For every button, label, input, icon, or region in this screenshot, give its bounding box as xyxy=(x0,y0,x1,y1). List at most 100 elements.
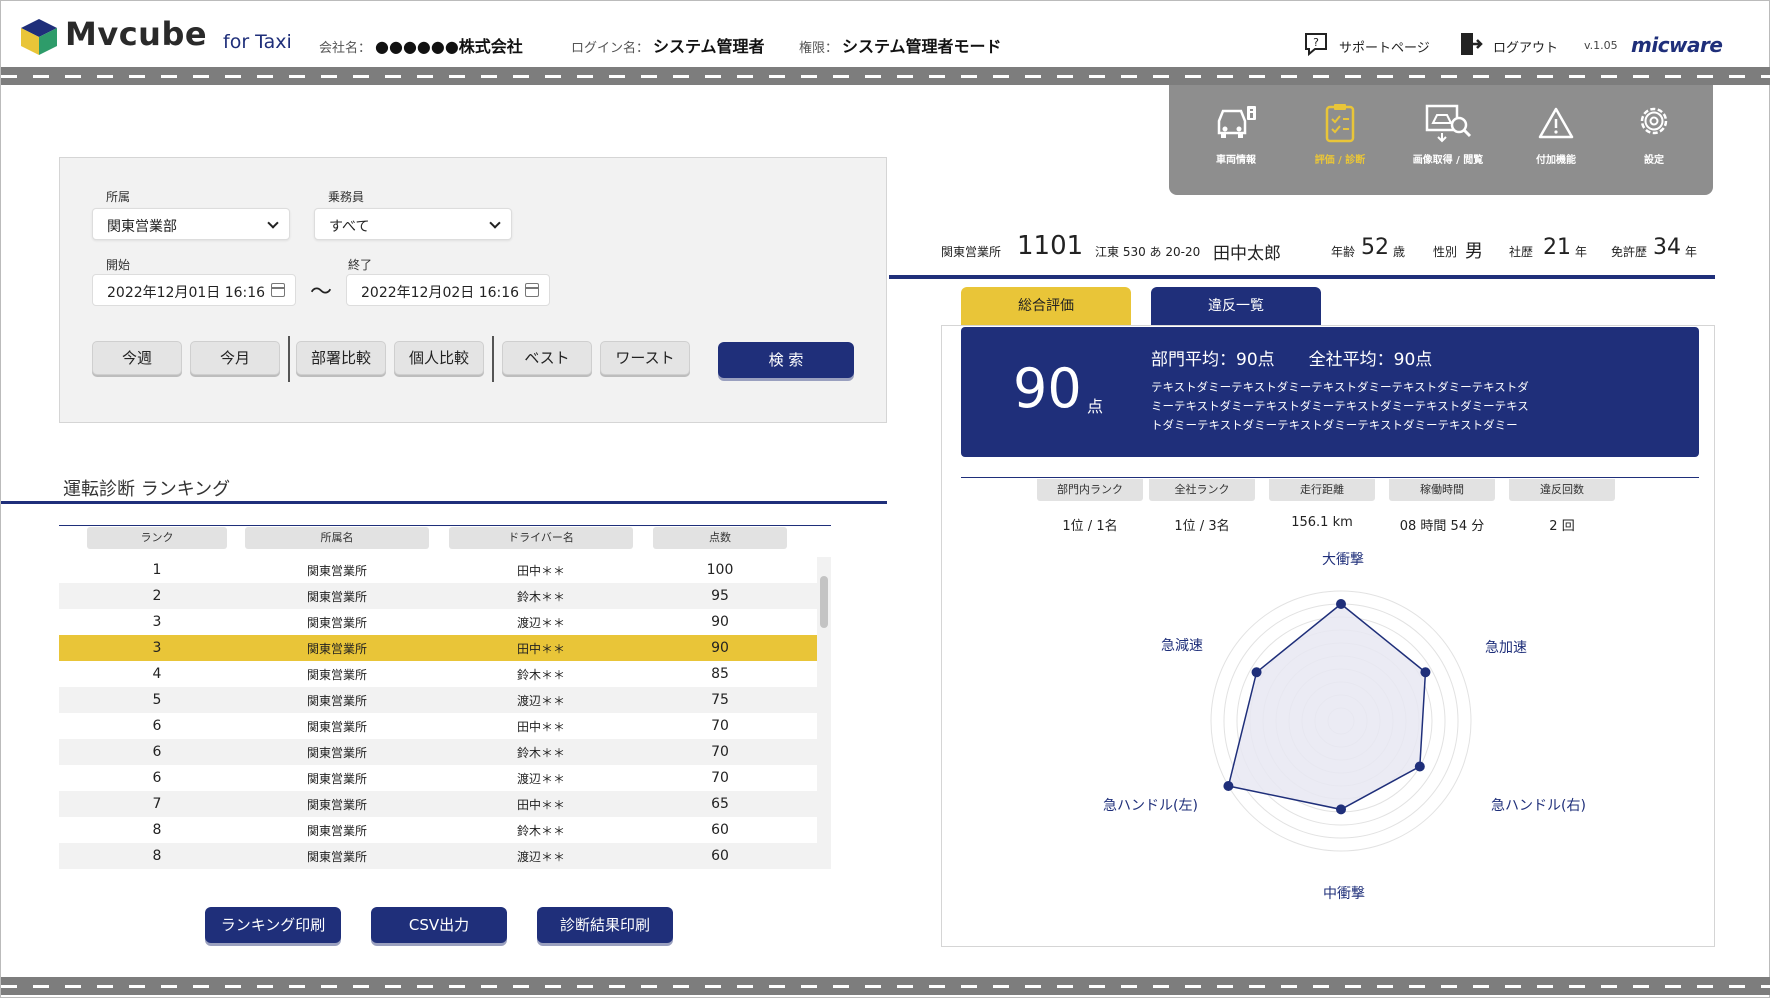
table-row[interactable]: 4 関東営業所 鈴木＊＊ 85 xyxy=(59,661,817,687)
calendar-icon[interactable] xyxy=(271,283,285,297)
affiliation-select[interactable]: 関東営業部 xyxy=(92,208,290,240)
nav-additional[interactable]: 付加機能 xyxy=(1511,103,1601,183)
csv-export-button[interactable]: CSV出力 xyxy=(371,907,507,943)
cell-driver: 鈴木＊＊ xyxy=(516,668,565,682)
cell-driver: 田中＊＊ xyxy=(516,564,565,578)
cell-score: 90 xyxy=(711,640,729,656)
table-row[interactable]: 3 関東営業所 田中＊＊ 90 xyxy=(59,635,817,661)
start-date-field[interactable]: 2022年12月01日 16:16 xyxy=(92,274,296,306)
table-row[interactable]: 7 関東営業所 田中＊＊ 65 xyxy=(59,791,817,817)
top-road-divider xyxy=(1,67,1770,85)
cell-rank: 6 xyxy=(152,744,162,760)
calendar-icon[interactable] xyxy=(525,283,539,297)
col-header-score[interactable]: 点数 xyxy=(653,527,787,549)
support-icon[interactable]: ? xyxy=(1303,31,1329,57)
cell-score: 90 xyxy=(711,614,729,630)
cell-office: 関東営業所 xyxy=(306,720,367,734)
dept-compare-button[interactable]: 部署比較 xyxy=(296,341,386,375)
cell-office: 関東営業所 xyxy=(306,798,367,812)
radar-point xyxy=(1414,761,1425,772)
stat-value-distance: 156.1 km xyxy=(1291,515,1353,530)
driver-plate: 江東 530 あ 20-20 xyxy=(1095,245,1201,259)
cell-score: 65 xyxy=(711,796,729,812)
table-row[interactable]: 8 関東営業所 渡辺＊＊ 60 xyxy=(59,843,817,869)
crew-label: 乗務員 xyxy=(328,190,365,204)
logout-link[interactable]: ログアウト xyxy=(1493,37,1558,56)
cell-score: 60 xyxy=(711,822,729,838)
score-text-line: テキストダミーテキストダミーテキストダミーテキストダミーテキストダ xyxy=(1151,380,1529,394)
table-row[interactable]: 6 関東営業所 渡辺＊＊ 70 xyxy=(59,765,817,791)
cell-score: 95 xyxy=(711,588,729,604)
tenure-unit: 年 xyxy=(1575,245,1588,259)
score-text-line: ミーテキストダミーテキストダミーテキストダミーテキストダミーテキス xyxy=(1151,399,1529,413)
print-result-button[interactable]: 診断結果印刷 xyxy=(537,907,673,943)
brand-subtitle: for Taxi xyxy=(223,31,292,53)
svg-text:?: ? xyxy=(1313,36,1319,49)
license-unit: 年 xyxy=(1685,245,1698,259)
best-button[interactable]: ベスト xyxy=(502,341,592,375)
radar-point xyxy=(1223,781,1234,791)
cell-office: 関東営業所 xyxy=(306,824,367,838)
cell-score: 70 xyxy=(711,770,729,786)
cell-office: 関東営業所 xyxy=(306,746,367,760)
cell-office: 関東営業所 xyxy=(306,772,367,786)
col-header-driver[interactable]: ドライバー名 xyxy=(449,527,633,549)
affiliation-value: 関東営業部 xyxy=(107,219,177,235)
tenure-value: 21 xyxy=(1543,235,1571,260)
table-row[interactable]: 1 関東営業所 田中＊＊ 100 xyxy=(59,557,817,583)
age-unit: 歳 xyxy=(1393,245,1406,259)
tab-overall[interactable]: 総合評価 xyxy=(961,287,1131,325)
logout-icon[interactable] xyxy=(1457,31,1483,57)
tab-violations[interactable]: 違反一覧 xyxy=(1151,287,1321,325)
col-header-rank[interactable]: ランク xyxy=(87,527,227,549)
cell-rank: 2 xyxy=(152,588,162,604)
this-week-button[interactable]: 今週 xyxy=(92,341,182,375)
header: Mvcube for Taxi 会社名： ●●●●●●株式会社 ログイン名： システ… xyxy=(1,1,1770,67)
age-label: 年齢 xyxy=(1331,245,1356,259)
this-month-button[interactable]: 今月 xyxy=(190,341,280,375)
individual-compare-button[interactable]: 個人比較 xyxy=(394,341,484,375)
cell-driver: 鈴木＊＊ xyxy=(516,746,565,760)
support-link[interactable]: サポートページ xyxy=(1339,37,1430,56)
table-row[interactable]: 8 関東営業所 鈴木＊＊ 60 xyxy=(59,817,817,843)
search-button[interactable]: 検 索 xyxy=(718,342,854,378)
vehicle-info-icon xyxy=(1217,106,1256,138)
ranking-table-body: 1 関東営業所 田中＊＊ 100 2 関東営業所 鈴木＊＊ 95 3 関東営業所 渡辺＊＊ 90 3 関東… xyxy=(59,557,817,869)
cell-driver: 渡辺＊＊ xyxy=(516,772,565,786)
cell-rank: 3 xyxy=(152,614,162,630)
button-divider xyxy=(492,336,494,382)
worst-button[interactable]: ワースト xyxy=(600,341,690,375)
score-box: 90 点 部門平均：90点 全社平均：90点 テキストダミーテキストダミーテキス… xyxy=(961,327,1699,457)
stat-label-dept-rank: 部門内ランク xyxy=(1037,479,1143,501)
ranking-scroll-thumb[interactable] xyxy=(820,576,828,628)
table-row[interactable]: 5 関東営業所 渡辺＊＊ 75 xyxy=(59,687,817,713)
nav-vehicle-info[interactable]: 車両情報 xyxy=(1191,103,1281,183)
nav-settings[interactable]: 設定 xyxy=(1609,103,1699,183)
col-header-office[interactable]: 所属名 xyxy=(245,527,429,549)
login-field: ログイン名： システム管理者 xyxy=(571,33,765,57)
version-label: v.1.05 xyxy=(1584,39,1618,52)
button-divider xyxy=(288,336,290,382)
cell-office: 関東営業所 xyxy=(306,668,367,682)
score-averages: 部門平均：90点 全社平均：90点 xyxy=(1151,350,1433,370)
radar-axis-label: 急減速 xyxy=(1161,638,1203,654)
filter-panel: 所属 関東営業部 乗務員 すべて 開始 2022年12月01日 16:16 〜 … xyxy=(59,157,887,423)
cell-score: 70 xyxy=(711,744,729,760)
cell-score: 70 xyxy=(711,718,729,734)
table-row[interactable]: 6 関東営業所 鈴木＊＊ 70 xyxy=(59,739,817,765)
gender-value: 男 xyxy=(1465,241,1483,262)
stat-value-violations: 2 回 xyxy=(1549,519,1575,534)
role-value: システム管理者モード xyxy=(842,37,1002,56)
nav-image[interactable]: 画像取得 / 閲覧 xyxy=(1403,103,1493,183)
affiliation-label: 所属 xyxy=(106,190,131,204)
table-row[interactable]: 2 関東営業所 鈴木＊＊ 95 xyxy=(59,583,817,609)
ranking-title-underline xyxy=(1,501,887,504)
nav-evaluation[interactable]: 評価 / 診断 xyxy=(1295,103,1385,183)
nav-label: 付加機能 xyxy=(1536,155,1576,166)
crew-select[interactable]: すべて xyxy=(314,208,512,240)
table-row[interactable]: 3 関東営業所 渡辺＊＊ 90 xyxy=(59,609,817,635)
end-date-field[interactable]: 2022年12月02日 16:16 xyxy=(346,274,550,306)
print-ranking-button[interactable]: ランキング印刷 xyxy=(205,907,341,943)
table-row[interactable]: 6 関東営業所 田中＊＊ 70 xyxy=(59,713,817,739)
cell-office: 関東営業所 xyxy=(306,642,367,656)
